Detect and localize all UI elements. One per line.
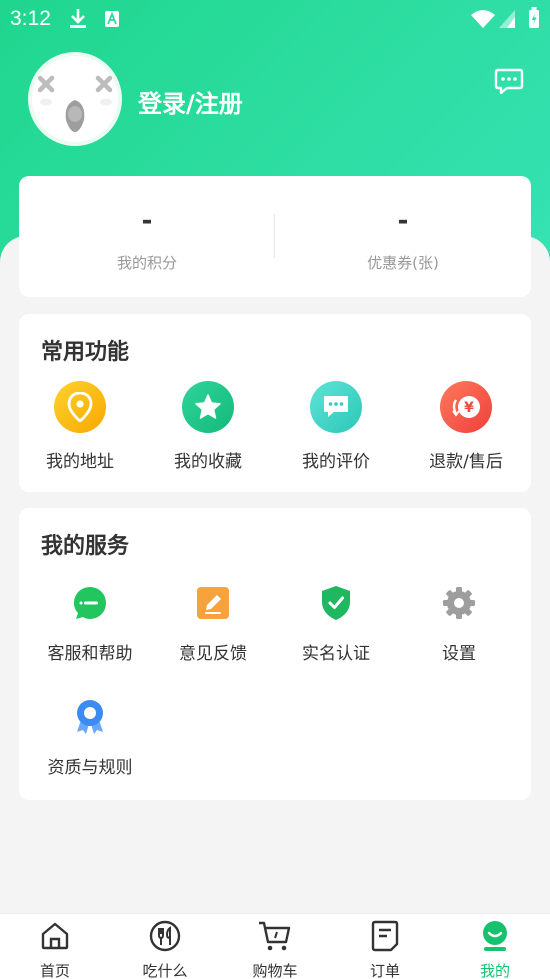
tab-mine[interactable]: 我的 — [440, 920, 550, 979]
location-pin-icon — [54, 381, 106, 433]
badge-ribbon-icon — [70, 697, 110, 737]
points-stat[interactable]: - 我的积分 — [19, 206, 275, 273]
customer-service-icon — [70, 583, 110, 623]
cart-icon — [220, 920, 330, 952]
settings-label: 设置 — [442, 644, 476, 664]
refund-aftersale-button[interactable]: ¥ 退款/售后 — [402, 381, 530, 472]
coupons-value: - — [397, 206, 409, 236]
message-icon[interactable] — [494, 68, 524, 96]
status-time: 3:12 — [10, 7, 51, 30]
tab-orders[interactable]: 订单 — [330, 920, 440, 979]
feedback-label: 意见反馈 — [179, 644, 247, 664]
comment-icon — [310, 381, 362, 433]
my-services-title: 我的服务 — [41, 534, 130, 559]
my-address-button[interactable]: 我的地址 — [16, 381, 144, 472]
my-favorites-label: 我的收藏 — [174, 452, 242, 472]
qualifications-rules-button[interactable]: 资质与规则 — [30, 697, 150, 778]
tab-cart[interactable]: 购物车 — [220, 920, 330, 979]
stats-card: - 我的积分 - 优惠券(张) — [19, 176, 531, 297]
svg-text:¥: ¥ — [464, 400, 474, 416]
customer-service-label: 客服和帮助 — [47, 644, 133, 664]
tab-cart-label: 购物车 — [252, 962, 298, 979]
home-icon — [0, 920, 110, 952]
points-label: 我的积分 — [116, 254, 177, 272]
common-functions-title: 常用功能 — [41, 340, 130, 365]
tab-orders-label: 订单 — [369, 962, 400, 979]
my-address-label: 我的地址 — [46, 452, 114, 472]
login-register-link[interactable]: 登录/注册 — [138, 84, 243, 119]
feedback-button[interactable]: 意见反馈 — [153, 583, 273, 664]
fork-knife-icon — [110, 920, 220, 952]
real-name-verification-label: 实名认证 — [302, 644, 370, 664]
my-services-card: 我的服务 客服和帮助 意见反馈 实名认证 设置 资质与规则 — [19, 508, 531, 800]
refund-aftersale-label: 退款/售后 — [429, 452, 503, 472]
tab-home-label: 首页 — [39, 962, 70, 979]
my-reviews-label: 我的评价 — [302, 452, 370, 472]
wifi-icon — [471, 10, 495, 28]
real-name-verification-button[interactable]: 实名认证 — [276, 583, 396, 664]
coupons-label: 优惠券(张) — [367, 254, 439, 272]
gear-icon — [439, 583, 479, 623]
shield-check-icon — [316, 583, 356, 623]
tab-mine-label: 我的 — [479, 962, 510, 979]
download-icon — [70, 9, 86, 28]
tab-what-to-eat[interactable]: 吃什么 — [110, 920, 220, 979]
profile-face-icon — [440, 920, 550, 952]
feedback-edit-icon — [193, 583, 233, 623]
avatar[interactable] — [28, 52, 122, 146]
points-value: - — [141, 206, 153, 236]
star-icon — [182, 381, 234, 433]
app-notification-icon — [105, 11, 119, 27]
coupons-stat[interactable]: - 优惠券(张) — [275, 206, 531, 273]
settings-button[interactable]: 设置 — [399, 583, 519, 664]
qualifications-rules-label: 资质与规则 — [47, 758, 133, 778]
default-avatar-face-icon — [37, 75, 113, 132]
bottom-tab-bar: 首页 吃什么 购物车 订单 我的 — [0, 913, 550, 979]
order-doc-icon — [330, 920, 440, 952]
tab-what-to-eat-label: 吃什么 — [142, 962, 188, 979]
status-bar: 3:12 — [0, 0, 550, 38]
common-functions-card: 常用功能 我的地址 我的收藏 我的评价 ¥ 退款/售后 — [19, 314, 531, 492]
customer-service-button[interactable]: 客服和帮助 — [30, 583, 150, 664]
my-reviews-button[interactable]: 我的评价 — [272, 381, 400, 472]
refund-yuan-icon: ¥ — [440, 381, 492, 433]
battery-icon — [529, 7, 539, 28]
cellular-signal-icon — [499, 10, 515, 28]
my-favorites-button[interactable]: 我的收藏 — [144, 381, 272, 472]
tab-home[interactable]: 首页 — [0, 920, 110, 979]
